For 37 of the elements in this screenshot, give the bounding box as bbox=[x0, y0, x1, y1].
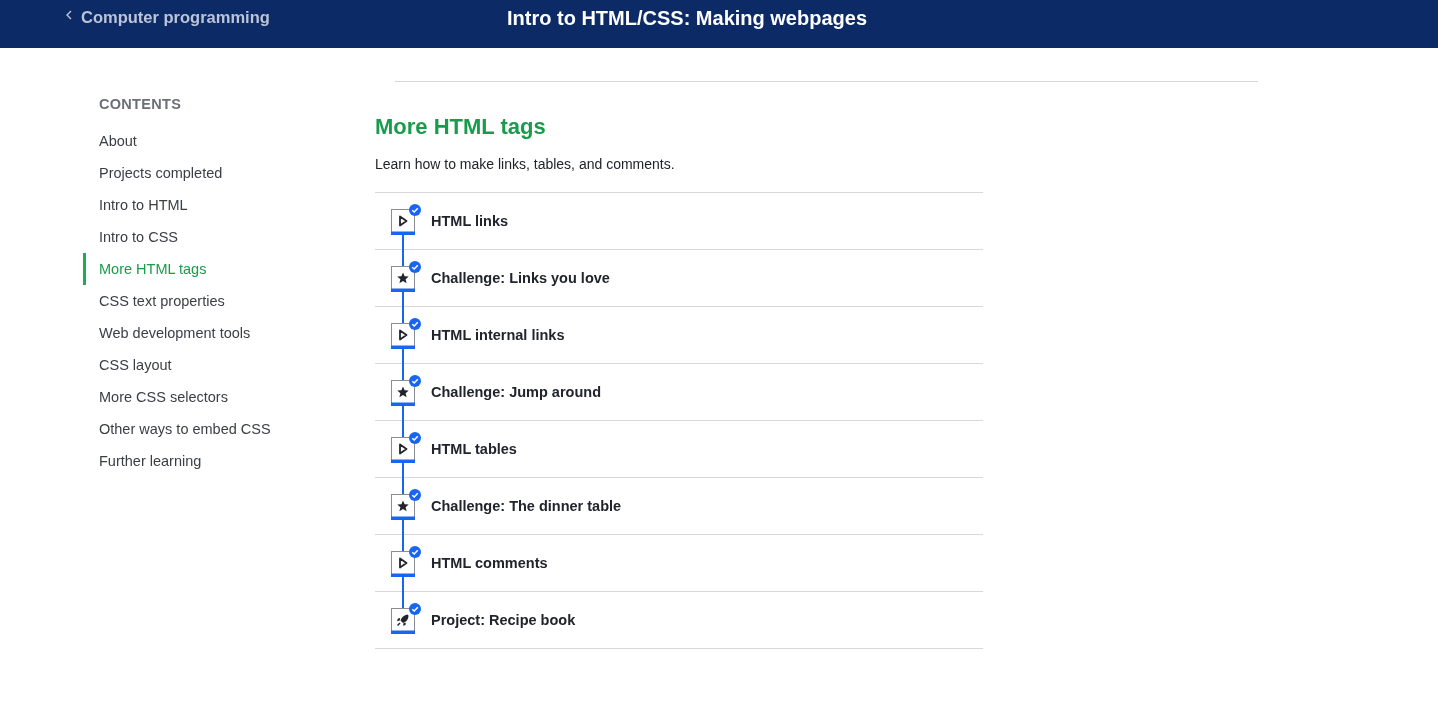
sidebar-item[interactable]: Further learning bbox=[83, 445, 202, 477]
sidebar-item[interactable]: CSS text properties bbox=[83, 285, 225, 317]
connector-line bbox=[402, 406, 404, 437]
connector-line bbox=[402, 349, 404, 380]
back-link[interactable]: Computer programming bbox=[66, 7, 270, 27]
connector-line bbox=[402, 577, 404, 608]
connector-line bbox=[402, 292, 404, 323]
chevron-left-icon bbox=[66, 10, 72, 20]
connector-line bbox=[402, 235, 404, 266]
sidebar-item[interactable]: About bbox=[83, 125, 137, 157]
unit-title: More HTML tags bbox=[375, 113, 547, 141]
play-icon bbox=[391, 551, 415, 577]
play-icon bbox=[391, 323, 415, 349]
contents-heading: CONTENTS bbox=[99, 96, 182, 112]
rocket-icon bbox=[391, 608, 415, 634]
lesson-link[interactable]: HTML internal links bbox=[431, 327, 565, 343]
play-icon bbox=[391, 437, 415, 463]
lesson-link[interactable]: HTML comments bbox=[431, 555, 548, 571]
sidebar-item[interactable]: Projects completed bbox=[83, 157, 223, 189]
connector-line bbox=[402, 520, 404, 551]
lesson-link[interactable]: HTML tables bbox=[431, 441, 517, 457]
lesson-link[interactable]: Challenge: Links you love bbox=[431, 270, 610, 286]
sidebar-item[interactable]: Web development tools bbox=[83, 317, 251, 349]
lesson-link[interactable]: HTML links bbox=[431, 213, 509, 229]
sidebar-item[interactable]: Intro to CSS bbox=[83, 221, 178, 253]
sidebar-item[interactable]: Other ways to embed CSS bbox=[83, 413, 271, 445]
play-icon bbox=[391, 209, 415, 235]
sidebar-item[interactable]: Intro to HTML bbox=[83, 189, 188, 221]
sidebar-item[interactable]: More CSS selectors bbox=[83, 381, 228, 413]
lesson-link[interactable]: Project: Recipe book bbox=[431, 612, 576, 628]
sidebar-item[interactable]: CSS layout bbox=[83, 349, 172, 381]
sidebar-item[interactable]: More HTML tags bbox=[83, 253, 207, 285]
lesson-link[interactable]: Challenge: Jump around bbox=[431, 384, 601, 400]
connector-line bbox=[402, 463, 404, 494]
course-title: Intro to HTML/CSS: Making webpages bbox=[507, 6, 867, 30]
unit-description: Learn how to make links, tables, and comments. bbox=[375, 155, 676, 174]
lesson-link[interactable]: Challenge: The dinner table bbox=[431, 498, 622, 514]
